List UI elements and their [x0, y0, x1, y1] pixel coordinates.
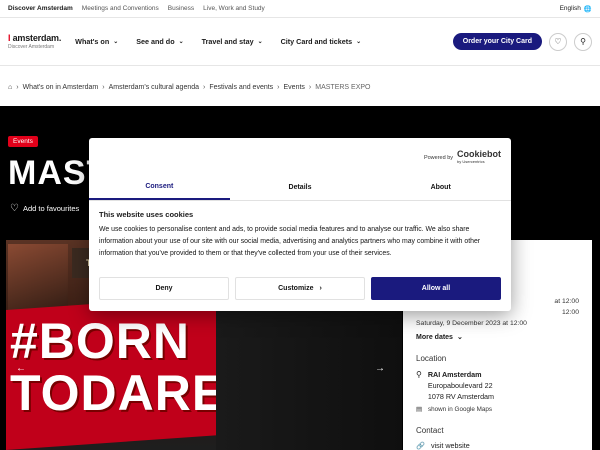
breadcrumb: ⌂ › What's on in Amsterdam › Amsterdam's…	[8, 84, 371, 91]
chevron-down-icon: ⌄	[257, 39, 263, 45]
nav-whats-on[interactable]: What's on ⌄	[75, 37, 118, 46]
main-navigation: I amsterdam. Discover Amsterdam What's o…	[0, 18, 600, 66]
cookiebot-sub: by Usercentrics	[457, 159, 485, 164]
location-heading: Location	[416, 354, 447, 363]
poster-image	[8, 244, 68, 316]
nav-label: Travel and stay	[201, 37, 254, 46]
breadcrumb-item[interactable]: What's on in Amsterdam	[23, 84, 99, 91]
tab-details[interactable]: Details	[230, 175, 371, 200]
website-link[interactable]: 🔗 visit website	[416, 441, 579, 450]
customize-button[interactable]: Customize ›	[235, 277, 365, 300]
website-label: visit website	[430, 441, 470, 450]
chevron-right-icon: ›	[319, 285, 322, 292]
chevron-down-icon: ⌄	[113, 39, 119, 45]
cookie-tabs: Consent Details About	[89, 175, 511, 201]
favourites-heart-icon[interactable]: ♡	[549, 32, 567, 51]
util-link-business[interactable]: Business	[168, 5, 194, 12]
home-icon[interactable]: ⌂	[8, 84, 12, 91]
location-block: ⚲ RAI Amsterdam Europaboulevard 22 1078 …	[416, 369, 579, 402]
date-line: Saturday, 9 December 2023 at 12:00	[416, 320, 527, 327]
order-city-card-button[interactable]: Order your City Card	[452, 33, 542, 50]
chevron-right-icon: ›	[16, 84, 19, 91]
cookiebot-branding[interactable]: Powered by Cookiebot by Usercentrics	[424, 150, 501, 166]
more-dates-label: More dates	[416, 333, 453, 341]
search-icon[interactable]: ⚲	[574, 32, 592, 51]
util-link-discover[interactable]: Discover Amsterdam	[8, 5, 73, 12]
powered-by-label: Powered by	[423, 155, 453, 161]
deny-button[interactable]: Deny	[99, 277, 229, 300]
breadcrumb-item[interactable]: Events	[284, 84, 305, 91]
logo-subtitle: Discover Amsterdam	[8, 44, 55, 50]
category-badge: Events	[8, 136, 38, 147]
nav-label: City Card and tickets	[280, 37, 353, 46]
tab-about[interactable]: About	[370, 175, 511, 200]
tab-consent[interactable]: Consent	[89, 175, 230, 200]
contact-heading: Contact	[416, 426, 444, 435]
link-icon: 🔗	[416, 441, 425, 450]
nav-see-and-do[interactable]: See and do ⌄	[136, 37, 183, 46]
breadcrumb-current: MASTERS EXPO	[315, 84, 371, 91]
utility-bar: Discover Amsterdam Meetings and Conventi…	[0, 0, 600, 18]
chevron-down-icon: ⌄	[356, 39, 362, 45]
customize-label: Customize	[278, 285, 314, 292]
venue-street: Europaboulevard 22	[427, 381, 493, 390]
favourites-label: Add to favourites	[22, 204, 80, 213]
cookiebot-logo: Cookiebot	[457, 149, 501, 159]
language-label: English	[559, 5, 581, 12]
google-maps-link[interactable]: ▤ shown in Google Maps	[416, 406, 579, 413]
add-to-favourites-button[interactable]: ♡ Add to favourites	[10, 203, 79, 214]
cookie-consent-dialog: Powered by Cookiebot by Usercentrics Con…	[89, 138, 511, 311]
cookie-buttons: Deny Customize › Allow all	[99, 277, 501, 300]
map-icon: ▤	[416, 406, 422, 413]
nav-label: What's on	[75, 37, 110, 46]
breadcrumb-item[interactable]: Amsterdam's cultural agenda	[109, 84, 199, 91]
logo-text: amsterdam.	[12, 33, 62, 43]
more-dates-toggle[interactable]: More dates ⌄	[416, 333, 579, 342]
chevron-down-icon: ⌄	[456, 334, 463, 341]
maps-label: shown in Google Maps	[427, 406, 493, 413]
cookie-body-text: We use cookies to personalise content an…	[99, 226, 481, 257]
allow-all-button[interactable]: Allow all	[371, 277, 501, 300]
carousel-next-icon[interactable]: →	[373, 361, 387, 375]
chevron-down-icon: ⌄	[178, 39, 184, 45]
util-link-live-work[interactable]: Live, Work and Study	[203, 5, 265, 12]
nav-travel-and-stay[interactable]: Travel and stay ⌄	[202, 37, 263, 46]
heart-icon: ♡	[10, 203, 19, 214]
cookie-heading: This website uses cookies	[99, 210, 194, 219]
slogan-line-1: #BORN	[10, 313, 191, 369]
nav-city-card[interactable]: City Card and tickets ⌄	[281, 37, 362, 46]
language-selector[interactable]: English 🌐	[560, 5, 592, 13]
chevron-right-icon: ›	[203, 84, 206, 91]
chevron-right-icon: ›	[277, 84, 280, 91]
map-pin-icon: ⚲	[416, 370, 422, 379]
site-logo[interactable]: I amsterdam. Discover Amsterdam	[8, 33, 61, 50]
slogan-line-2: TODARE	[10, 365, 227, 421]
util-link-meetings[interactable]: Meetings and Conventions	[82, 5, 159, 12]
venue-name: RAI Amsterdam	[427, 370, 482, 379]
carousel-prev-icon[interactable]: ←	[14, 361, 28, 375]
chevron-right-icon: ›	[102, 84, 105, 91]
venue-city: 1078 RV Amsterdam	[427, 392, 495, 401]
chevron-right-icon: ›	[308, 84, 312, 91]
globe-icon: 🌐	[583, 5, 592, 13]
nav-label: See and do	[136, 37, 175, 46]
breadcrumb-item[interactable]: Festivals and events	[209, 84, 273, 91]
logo-prefix: I	[8, 33, 11, 43]
